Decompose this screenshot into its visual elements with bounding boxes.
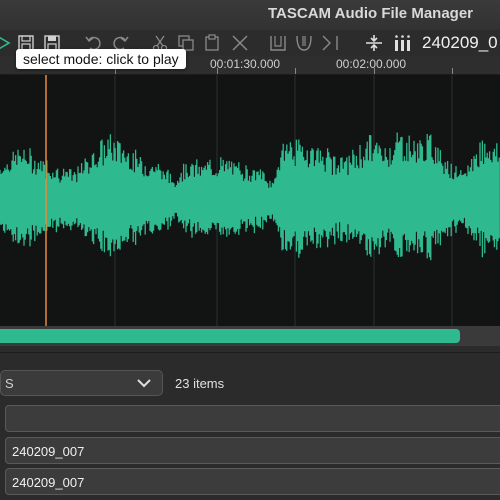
fade-in-icon[interactable] <box>268 34 288 52</box>
file-name-field[interactable] <box>5 405 500 432</box>
tooltip: select mode: click to play <box>16 49 186 69</box>
waveform-view[interactable] <box>0 75 500 327</box>
progress-fill <box>0 329 460 343</box>
ruler-label: 00:01:30.000 <box>210 57 281 71</box>
filter-select-value: S <box>5 376 14 391</box>
list-item[interactable]: 240209_007 <box>5 468 500 495</box>
playback-progress[interactable] <box>0 326 500 346</box>
chevron-down-icon <box>137 379 151 388</box>
paste-icon[interactable] <box>202 34 222 52</box>
ruler-tick <box>452 68 453 74</box>
split-icon[interactable] <box>364 34 384 52</box>
fade-out-icon[interactable] <box>294 34 314 52</box>
meter-icon[interactable] <box>392 34 412 52</box>
list-item-label: 240209_007 <box>12 475 85 490</box>
current-filename: 240209_0 <box>422 33 498 52</box>
waveform-svg <box>0 75 500 327</box>
ruler-tick <box>295 68 296 74</box>
divider <box>0 352 500 353</box>
ruler-label: 00:02:00.000 <box>336 57 407 71</box>
waveform-path <box>0 132 500 261</box>
title-bar: TASCAM Audio File Manager <box>0 0 500 30</box>
item-count: 23 items <box>175 376 225 391</box>
delete-icon[interactable] <box>230 34 250 52</box>
filter-select[interactable]: S <box>0 370 163 396</box>
marker-icon[interactable] <box>320 34 340 52</box>
play-icon[interactable] <box>0 34 14 52</box>
list-item-label: 240209_007 <box>12 444 85 459</box>
list-item[interactable]: 240209_007 <box>5 437 500 464</box>
window-title: TASCAM Audio File Manager <box>268 5 474 22</box>
